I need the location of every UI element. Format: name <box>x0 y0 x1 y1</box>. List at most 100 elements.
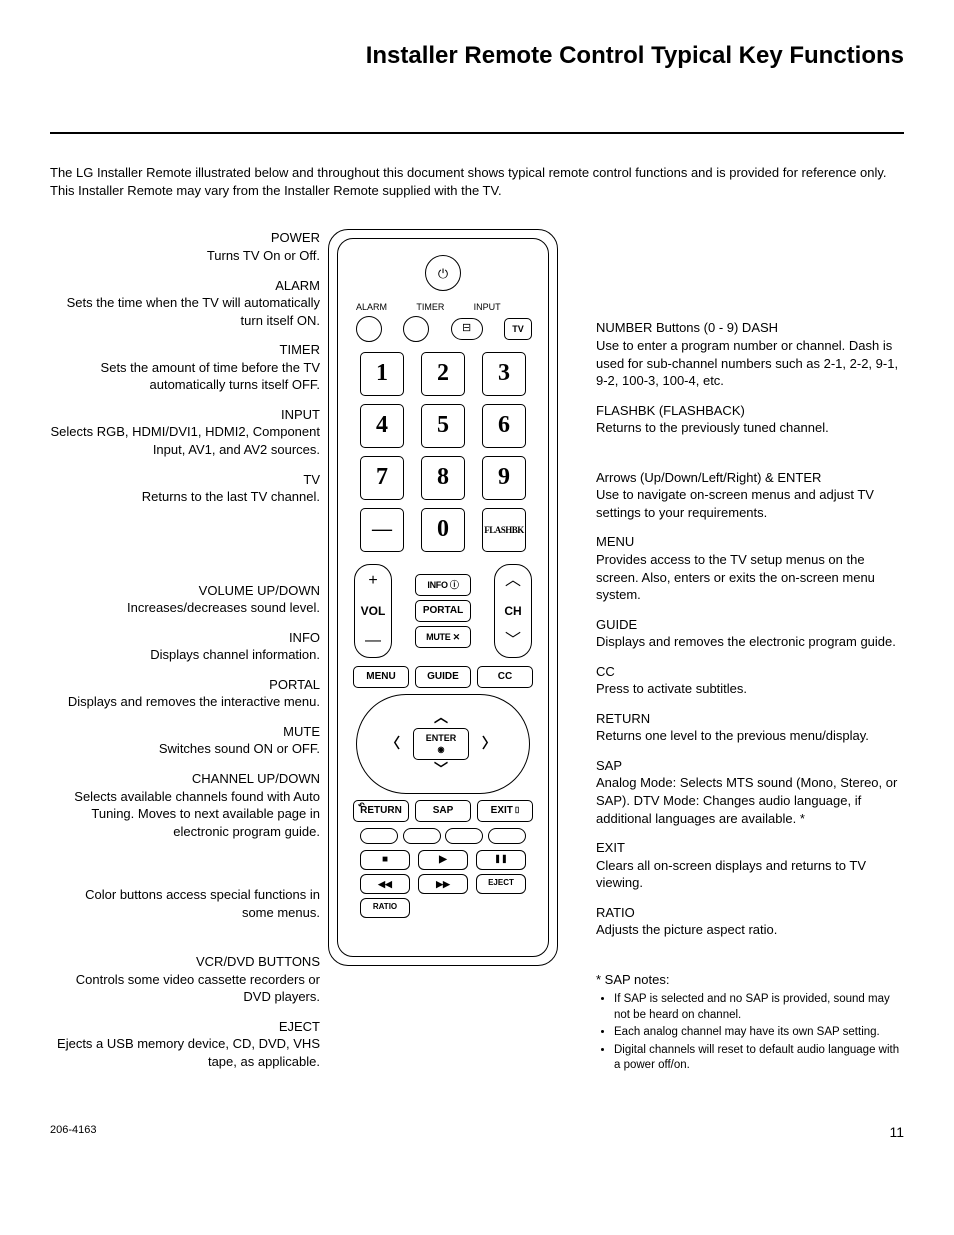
sap-button[interactable]: SAP <box>415 800 471 822</box>
num-7-button[interactable]: 7 <box>360 456 404 500</box>
vcr-head: VCR/DVD BUTTONS <box>50 953 320 971</box>
vol-label: VOL <box>361 603 386 619</box>
tv-head: TV <box>50 471 320 489</box>
sap-body: Analog Mode: Selects MTS sound (Mono, St… <box>596 774 904 827</box>
input-label: INPUT <box>474 301 501 313</box>
cc-button[interactable]: CC <box>477 666 533 688</box>
timer-body: Sets the amount of time before the TV au… <box>50 359 320 394</box>
mute-button[interactable]: MUTE ✕ <box>415 626 471 648</box>
tv-body: Returns to the last TV channel. <box>50 488 320 506</box>
guide-button[interactable]: GUIDE <box>415 666 471 688</box>
pause-button[interactable]: ❚❚ <box>476 850 526 870</box>
eject-head: EJECT <box>50 1018 320 1036</box>
num-4-button[interactable]: 4 <box>360 404 404 448</box>
cc-head: CC <box>596 663 904 681</box>
power-body: Turns TV On or Off. <box>50 247 320 265</box>
dash-button[interactable]: — <box>360 508 404 552</box>
vol-body: Increases/decreases sound level. <box>50 599 320 617</box>
eject-button[interactable]: EJECT <box>476 874 526 894</box>
ratio-button[interactable]: RATIO <box>360 898 410 918</box>
timer-label: TIMER <box>416 301 444 313</box>
num-6-button[interactable]: 6 <box>482 404 526 448</box>
num-body: Use to enter a program number or channel… <box>596 337 904 390</box>
channel-rocker[interactable]: ︿ CH ﹀ <box>494 564 532 658</box>
exit-button[interactable]: EXIT▯ <box>477 800 533 822</box>
ch-head: CHANNEL UP/DOWN <box>50 770 320 788</box>
num-8-button[interactable]: 8 <box>421 456 465 500</box>
arrow-left-button[interactable]: 〈 <box>386 734 400 753</box>
power-head: POWER <box>50 229 320 247</box>
eject-body: Ejects a USB memory device, CD, DVD, VHS… <box>50 1035 320 1070</box>
mute-head: MUTE <box>50 723 320 741</box>
menu-body: Provides access to the TV setup menus on… <box>596 551 904 604</box>
timer-button[interactable] <box>403 316 429 342</box>
return-button[interactable]: ↶ RETURN <box>353 800 409 822</box>
flash-body: Returns to the previously tuned channel. <box>596 419 904 437</box>
alarm-head: ALARM <box>50 277 320 295</box>
enter-button[interactable]: ENTER◉ <box>413 728 469 760</box>
arrows-head: Arrows (Up/Down/Left/Right) & ENTER <box>596 469 904 487</box>
color-red-button[interactable] <box>360 828 398 844</box>
rewind-button[interactable]: ◀◀ <box>360 874 410 894</box>
arrow-right-button[interactable]: 〉 <box>482 734 496 753</box>
info-button[interactable]: INFO ⓘ <box>415 574 471 596</box>
vcr-body: Controls some video cassette recorders o… <box>50 971 320 1006</box>
color-body: Color buttons access special functions i… <box>50 886 320 921</box>
mute-body: Switches sound ON or OFF. <box>50 740 320 758</box>
guide-head: GUIDE <box>596 616 904 634</box>
sap-notes-head: * SAP notes: <box>596 971 904 989</box>
play-button[interactable]: ▶ <box>418 850 468 870</box>
tv-button[interactable]: TV <box>504 318 532 340</box>
power-button[interactable]: ⏻ <box>425 255 461 291</box>
color-blue-button[interactable] <box>488 828 526 844</box>
flashbk-button[interactable]: FLASHBK <box>482 508 526 552</box>
arrows-body: Use to navigate on-screen menus and adju… <box>596 486 904 521</box>
num-3-button[interactable]: 3 <box>482 352 526 396</box>
sap-note-3: Digital channels will reset to default a… <box>614 1043 904 1074</box>
sap-notes: * SAP notes: If SAP is selected and no S… <box>596 971 904 1074</box>
return-body: Returns one level to the previous menu/d… <box>596 727 904 745</box>
input-head: INPUT <box>50 406 320 424</box>
alarm-body: Sets the time when the TV will automatic… <box>50 294 320 329</box>
arrow-down-button[interactable]: ﹀ <box>434 760 448 779</box>
num-9-button[interactable]: 9 <box>482 456 526 500</box>
stop-button[interactable]: ■ <box>360 850 410 870</box>
num-0-button[interactable]: 0 <box>421 508 465 552</box>
right-descriptions: NUMBER Buttons (0 - 9) DASHUse to enter … <box>566 229 904 1075</box>
ch-down-icon: ﹀ <box>505 633 521 649</box>
portal-button[interactable]: PORTAL <box>415 600 471 622</box>
doc-number: 206-4163 <box>50 1123 97 1142</box>
vol-down-icon: — <box>365 633 381 649</box>
color-green-button[interactable] <box>403 828 441 844</box>
remote-diagram: ⏻ ALARM TIMER INPUT ⊟ TV 1 <box>328 229 558 965</box>
page-number: 11 <box>889 1123 904 1142</box>
num-1-button[interactable]: 1 <box>360 352 404 396</box>
flash-head: FLASHBK (FLASHBACK) <box>596 402 904 420</box>
portal-body: Displays and removes the interactive men… <box>50 693 320 711</box>
alarm-label: ALARM <box>356 301 387 313</box>
info-head: INFO <box>50 629 320 647</box>
color-yellow-button[interactable] <box>445 828 483 844</box>
alarm-button[interactable] <box>356 316 382 342</box>
fastforward-button[interactable]: ▶▶ <box>418 874 468 894</box>
sap-head: SAP <box>596 757 904 775</box>
exit-body: Clears all on-screen displays and return… <box>596 857 904 892</box>
input-body: Selects RGB, HDMI/DVI1, HDMI2, Component… <box>50 423 320 458</box>
menu-button[interactable]: MENU <box>353 666 409 688</box>
input-button[interactable]: ⊟ <box>451 318 483 340</box>
timer-head: TIMER <box>50 341 320 359</box>
ch-body: Selects available channels found with Au… <box>50 788 320 841</box>
page-title: Installer Remote Control Typical Key Fun… <box>50 40 904 72</box>
exit-head: EXIT <box>596 839 904 857</box>
guide-body: Displays and removes the electronic prog… <box>596 633 904 651</box>
arrow-up-button[interactable]: ︿ <box>434 708 448 727</box>
info-body: Displays channel information. <box>50 646 320 664</box>
num-2-button[interactable]: 2 <box>421 352 465 396</box>
portal-head: PORTAL <box>50 676 320 694</box>
vol-up-icon: + <box>368 573 377 589</box>
menu-head: MENU <box>596 533 904 551</box>
num-5-button[interactable]: 5 <box>421 404 465 448</box>
ratio-body: Adjusts the picture aspect ratio. <box>596 921 904 939</box>
volume-rocker[interactable]: + VOL — <box>354 564 392 658</box>
sap-note-1: If SAP is selected and no SAP is provide… <box>614 992 904 1023</box>
